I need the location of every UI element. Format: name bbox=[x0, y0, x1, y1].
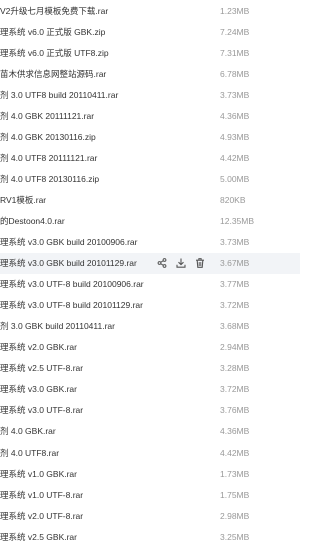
file-row[interactable]: 理系统 v2.5 GBK.rar 3.25MB bbox=[0, 526, 300, 547]
file-name[interactable]: 剂 4.0 UTF8 20111121.rar bbox=[0, 152, 180, 164]
file-name[interactable]: 理系统 v3.0 UTF-8 build 20101129.rar bbox=[0, 299, 180, 311]
file-name[interactable]: 剂 4.0 GBK.rar bbox=[0, 425, 180, 437]
file-size: 4.36MB bbox=[220, 110, 250, 121]
file-size: 4.42MB bbox=[220, 447, 250, 458]
row-actions bbox=[156, 253, 206, 274]
file-name[interactable]: 理系统 v3.0 GBK build 20100906.rar bbox=[0, 236, 180, 248]
file-row[interactable]: 理系统 v3.0 GBK build 20101129.rar 3.67MB bbox=[0, 252, 300, 274]
file-size: 820KB bbox=[220, 194, 246, 205]
file-size: 1.73MB bbox=[220, 468, 250, 479]
file-row[interactable]: 理系统 v6.0 正式版 GBK.zip 7.24MB bbox=[0, 21, 300, 42]
file-size: 7.31MB bbox=[220, 47, 250, 58]
file-size: 2.98MB bbox=[220, 510, 250, 521]
file-name[interactable]: 理系统 v3.0 GBK.rar bbox=[0, 383, 180, 395]
file-name[interactable]: 理系统 v2.0 UTF-8.rar bbox=[0, 510, 180, 522]
file-size: 3.73MB bbox=[220, 89, 250, 100]
file-name[interactable]: 理系统 v2.0 GBK.rar bbox=[0, 341, 180, 353]
file-name[interactable]: 的Destoon4.0.rar bbox=[0, 215, 180, 227]
file-row[interactable]: 理系统 v2.0 UTF-8.rar 2.98MB bbox=[0, 505, 300, 526]
download-icon[interactable] bbox=[175, 257, 187, 269]
file-row[interactable]: V2升级七月模板免费下载.rar 1.23MB bbox=[0, 0, 300, 21]
file-row[interactable]: 剂 4.0 UTF8.rar 4.42MB bbox=[0, 442, 300, 463]
file-size: 4.36MB bbox=[220, 426, 250, 437]
file-row[interactable]: 剂 4.0 GBK.rar 4.36MB bbox=[0, 421, 300, 442]
file-size: 3.28MB bbox=[220, 363, 250, 374]
file-name[interactable]: 理系统 v3.0 UTF-8 build 20100906.rar bbox=[0, 278, 180, 290]
file-row[interactable]: 的Destoon4.0.rar 12.35MB bbox=[0, 210, 300, 231]
file-name[interactable]: 理系统 v6.0 正式版 GBK.zip bbox=[0, 26, 180, 38]
delete-icon[interactable] bbox=[194, 257, 206, 269]
file-row[interactable]: 剂 4.0 GBK 20130116.zip 4.93MB bbox=[0, 126, 300, 147]
file-name[interactable]: 剂 3.0 UTF8 build 20110411.rar bbox=[0, 89, 180, 101]
file-name[interactable]: 理系统 v3.0 UTF-8.rar bbox=[0, 404, 180, 416]
file-name[interactable]: 剂 3.0 GBK build 20110411.rar bbox=[0, 320, 180, 332]
file-list: V2升级七月模板免费下载.rar 1.23MB 理系统 v6.0 正式版 GBK.z… bbox=[0, 0, 300, 542]
file-name[interactable]: RV1模板.rar bbox=[0, 194, 180, 206]
file-row[interactable]: 理系统 v2.0 GBK.rar 2.94MB bbox=[0, 337, 300, 358]
file-size: 3.25MB bbox=[220, 531, 250, 542]
file-size: 4.42MB bbox=[220, 152, 250, 163]
file-name[interactable]: 苗木供求信息网整站源码.rar bbox=[0, 68, 180, 80]
file-row[interactable]: 理系统 v3.0 UTF-8.rar 3.76MB bbox=[0, 400, 300, 421]
file-row[interactable]: 理系统 v3.0 UTF-8 build 20100906.rar 3.77MB bbox=[0, 274, 300, 295]
file-name[interactable]: 剂 4.0 GBK 20111121.rar bbox=[0, 110, 180, 122]
file-size: 3.77MB bbox=[220, 279, 250, 290]
file-size: 1.75MB bbox=[220, 489, 250, 500]
file-row[interactable]: 理系统 v3.0 GBK build 20100906.rar 3.73MB bbox=[0, 232, 300, 253]
file-row[interactable]: 理系统 v3.0 GBK.rar 3.72MB bbox=[0, 379, 300, 400]
file-name[interactable]: 理系统 v1.0 GBK.rar bbox=[0, 468, 180, 480]
file-row[interactable]: 理系统 v1.0 UTF-8.rar 1.75MB bbox=[0, 484, 300, 505]
file-size: 1.23MB bbox=[220, 5, 250, 16]
file-size: 3.72MB bbox=[220, 300, 250, 311]
file-row[interactable]: 剂 3.0 GBK build 20110411.rar 3.68MB bbox=[0, 316, 300, 337]
file-name[interactable]: 理系统 v3.0 GBK build 20101129.rar bbox=[0, 257, 180, 269]
file-row[interactable]: 剂 4.0 UTF8 20130116.zip 5.00MB bbox=[0, 168, 300, 189]
file-size: 3.68MB bbox=[220, 321, 250, 332]
file-size: 7.24MB bbox=[220, 26, 250, 37]
file-size: 2.94MB bbox=[220, 342, 250, 353]
file-size: 6.78MB bbox=[220, 68, 250, 79]
share-icon[interactable] bbox=[156, 257, 168, 269]
file-row[interactable]: 理系统 v1.0 GBK.rar 1.73MB bbox=[0, 463, 300, 484]
file-name[interactable]: 理系统 v6.0 正式版 UTF8.zip bbox=[0, 47, 180, 59]
file-size: 5.00MB bbox=[220, 173, 250, 184]
file-name[interactable]: 理系统 v2.5 UTF-8.rar bbox=[0, 362, 180, 374]
file-name[interactable]: 剂 4.0 UTF8.rar bbox=[0, 447, 180, 459]
file-row[interactable]: 剂 4.0 GBK 20111121.rar 4.36MB bbox=[0, 105, 300, 126]
file-size: 3.72MB bbox=[220, 384, 250, 395]
file-row[interactable]: 苗木供求信息网整站源码.rar 6.78MB bbox=[0, 63, 300, 84]
file-name[interactable]: 理系统 v1.0 UTF-8.rar bbox=[0, 489, 180, 501]
file-name[interactable]: V2升级七月模板免费下载.rar bbox=[0, 5, 180, 17]
file-size: 3.73MB bbox=[220, 237, 250, 248]
file-name[interactable]: 剂 4.0 UTF8 20130116.zip bbox=[0, 173, 180, 185]
file-size: 4.93MB bbox=[220, 131, 250, 142]
file-size: 12.35MB bbox=[220, 215, 255, 226]
file-name[interactable]: 理系统 v2.5 GBK.rar bbox=[0, 531, 180, 543]
file-row[interactable]: 剂 4.0 UTF8 20111121.rar 4.42MB bbox=[0, 147, 300, 168]
file-row[interactable]: RV1模板.rar 820KB bbox=[0, 189, 300, 210]
file-row[interactable]: 剂 3.0 UTF8 build 20110411.rar 3.73MB bbox=[0, 84, 300, 105]
file-row[interactable]: 理系统 v3.0 UTF-8 build 20101129.rar 3.72MB bbox=[0, 295, 300, 316]
file-size: 3.76MB bbox=[220, 405, 250, 416]
file-size: 3.67MB bbox=[220, 258, 250, 269]
file-name[interactable]: 剂 4.0 GBK 20130116.zip bbox=[0, 131, 180, 143]
file-row[interactable]: 理系统 v6.0 正式版 UTF8.zip 7.31MB bbox=[0, 42, 300, 63]
file-row[interactable]: 理系统 v2.5 UTF-8.rar 3.28MB bbox=[0, 358, 300, 379]
